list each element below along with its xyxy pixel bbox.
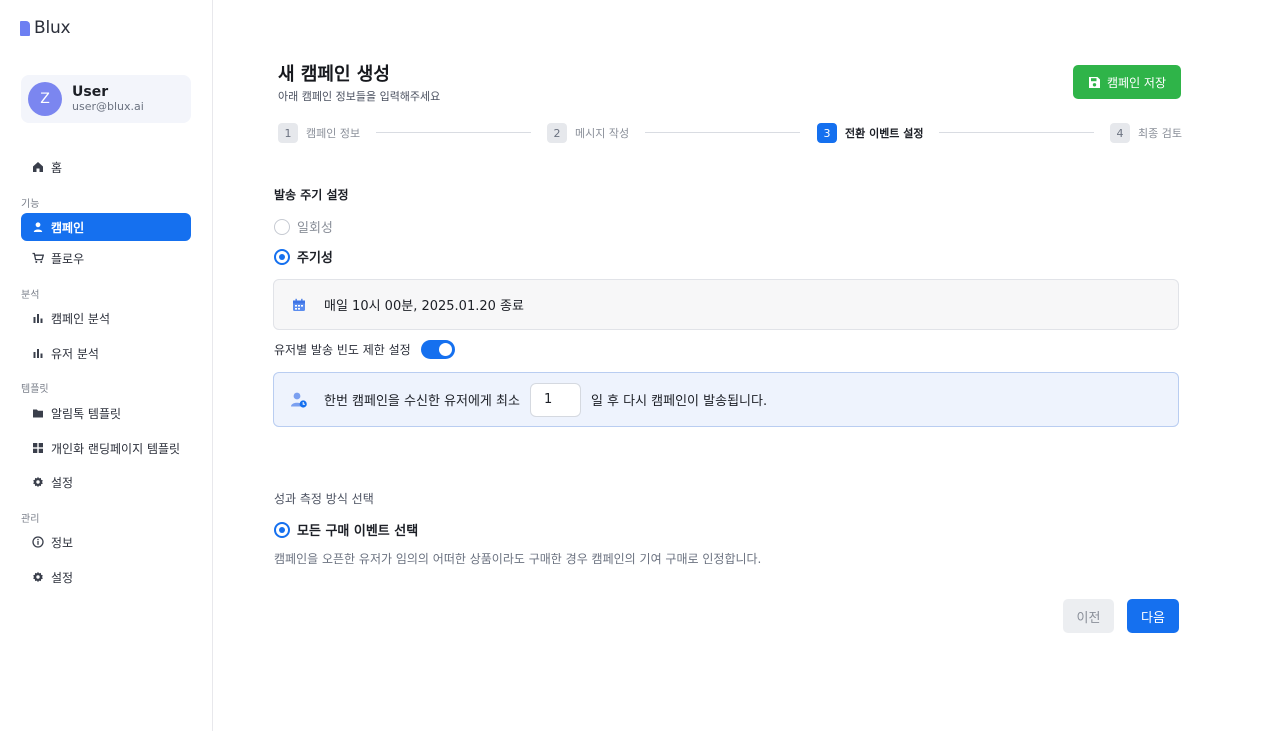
sidebar-item-label: 설정	[51, 475, 74, 490]
sidebar-item-label: 정보	[51, 535, 74, 550]
step-label: 최종 검토	[1138, 127, 1182, 140]
sidebar: Blux Z User user@blux.ai 홈 기능 캠페인 플로우 분석…	[0, 0, 213, 731]
user-name: User	[72, 84, 109, 100]
frequency-days-input[interactable]	[529, 382, 581, 417]
avatar: Z	[28, 82, 62, 116]
sidebar-item-info[interactable]: 정보	[21, 528, 191, 556]
step-message[interactable]: 2 메시지 작성	[547, 123, 629, 143]
bar-chart-icon	[31, 346, 45, 360]
step-label: 메시지 작성	[575, 127, 630, 140]
sidebar-item-landing-template[interactable]: 개인화 랜딩페이지 템플릿	[21, 434, 191, 462]
sidebar-item-flow[interactable]: 플로우	[21, 244, 191, 272]
sidebar-item-label: 유저 분석	[51, 346, 99, 361]
app-root: Blux Z User user@blux.ai 홈 기능 캠페인 플로우 분석…	[0, 0, 1280, 731]
sidebar-item-alimtalk-template[interactable]: 알림톡 템플릿	[21, 399, 191, 427]
sidebar-item-home[interactable]: 홈	[21, 153, 191, 181]
sidebar-item-admin-settings[interactable]: 설정	[21, 563, 191, 591]
frequency-limit-label: 유저별 발송 빈도 제한 설정	[274, 343, 411, 357]
user-icon	[31, 220, 45, 234]
sidebar-item-campaign[interactable]: 캠페인	[21, 213, 191, 241]
step-number: 3	[817, 123, 837, 143]
frequency-text-after: 일 후 다시 캠페인이 발송됩니다.	[590, 394, 768, 409]
frequency-limit-toggle[interactable]	[420, 340, 455, 359]
step-number: 4	[1110, 123, 1130, 143]
radio-label: 주기성	[297, 251, 333, 266]
nav-section-features: 기능	[21, 199, 40, 210]
grid-icon	[31, 441, 45, 455]
radio-label: 일회성	[297, 221, 333, 236]
step-label: 전환 이벤트 설정	[845, 127, 924, 140]
sidebar-item-label: 설정	[51, 570, 74, 585]
gear-icon	[31, 570, 45, 584]
logo[interactable]: Blux	[20, 18, 71, 38]
user-email: user@blux.ai	[72, 100, 144, 113]
cart-icon	[31, 251, 45, 265]
step-number: 1	[278, 123, 298, 143]
sidebar-item-template-settings[interactable]: 설정	[21, 468, 191, 496]
sidebar-item-campaign-analytics[interactable]: 캠페인 분석	[21, 304, 191, 332]
save-button-label: 캠페인 저장	[1106, 75, 1166, 90]
step-label: 캠페인 정보	[306, 127, 361, 140]
radio-label: 모든 구매 이벤트 선택	[297, 524, 419, 539]
bar-chart-icon	[31, 311, 45, 325]
user-card[interactable]: Z User user@blux.ai	[21, 75, 191, 123]
folder-icon	[31, 406, 45, 420]
next-button[interactable]: 다음	[1127, 599, 1179, 633]
user-clock-icon	[291, 392, 307, 408]
sidebar-item-label: 캠페인	[51, 220, 85, 235]
sidebar-item-user-analytics[interactable]: 유저 분석	[21, 339, 191, 367]
logo-text: Blux	[34, 18, 71, 38]
home-icon	[31, 160, 45, 174]
page-title: 새 캠페인 생성	[278, 64, 390, 85]
frequency-text-before: 한번 캠페인을 수신한 유저에게 최소	[324, 394, 520, 409]
nav-section-templates: 템플릿	[21, 384, 49, 395]
step-divider	[645, 132, 800, 133]
info-icon	[31, 535, 45, 549]
save-icon	[1088, 76, 1100, 88]
radio-recurring[interactable]: 주기성	[274, 247, 333, 266]
prev-button[interactable]: 이전	[1063, 599, 1114, 633]
gear-icon	[31, 475, 45, 489]
nav-section-analytics: 분석	[21, 290, 40, 301]
schedule-summary[interactable]: 매일 10시 00분, 2025.01.20 종료	[273, 279, 1179, 330]
frequency-limit-box: 한번 캠페인을 수신한 유저에게 최소 일 후 다시 캠페인이 발송됩니다.	[273, 372, 1179, 427]
measurement-description: 캠페인을 오픈한 유저가 임의의 어떠한 상품이라도 구매한 경우 캠페인의 기…	[274, 552, 762, 566]
page-subtitle: 아래 캠페인 정보들을 입력해주세요	[278, 90, 441, 103]
schedule-summary-text: 매일 10시 00분, 2025.01.20 종료	[324, 299, 524, 314]
schedule-section-title: 발송 주기 설정	[274, 188, 349, 202]
save-campaign-button[interactable]: 캠페인 저장	[1073, 65, 1181, 99]
measurement-section-title: 성과 측정 방식 선택	[274, 492, 374, 506]
radio-one-time[interactable]: 일회성	[274, 217, 333, 236]
radio-button[interactable]	[274, 248, 290, 265]
step-divider	[376, 132, 531, 133]
frequency-limit-row: 유저별 발송 빈도 제한 설정	[274, 340, 455, 359]
radio-button[interactable]	[274, 521, 290, 538]
step-divider	[939, 132, 1094, 133]
logo-mark-icon	[20, 20, 30, 36]
sidebar-item-label: 플로우	[51, 251, 85, 266]
sidebar-item-label: 알림톡 템플릿	[51, 406, 122, 421]
step-number: 2	[547, 123, 567, 143]
step-campaign-info[interactable]: 1 캠페인 정보	[278, 123, 360, 143]
radio-all-purchase-events[interactable]: 모든 구매 이벤트 선택	[274, 520, 418, 539]
step-conversion-event[interactable]: 3 전환 이벤트 설정	[817, 123, 924, 143]
radio-button[interactable]	[274, 218, 290, 235]
sidebar-item-label: 캠페인 분석	[51, 311, 111, 326]
sidebar-item-label: 홈	[51, 160, 63, 175]
calendar-icon	[293, 298, 305, 311]
nav-section-admin: 관리	[21, 514, 40, 525]
sidebar-item-label: 개인화 랜딩페이지 템플릿	[51, 441, 181, 456]
step-final-review[interactable]: 4 최종 검토	[1110, 123, 1182, 143]
